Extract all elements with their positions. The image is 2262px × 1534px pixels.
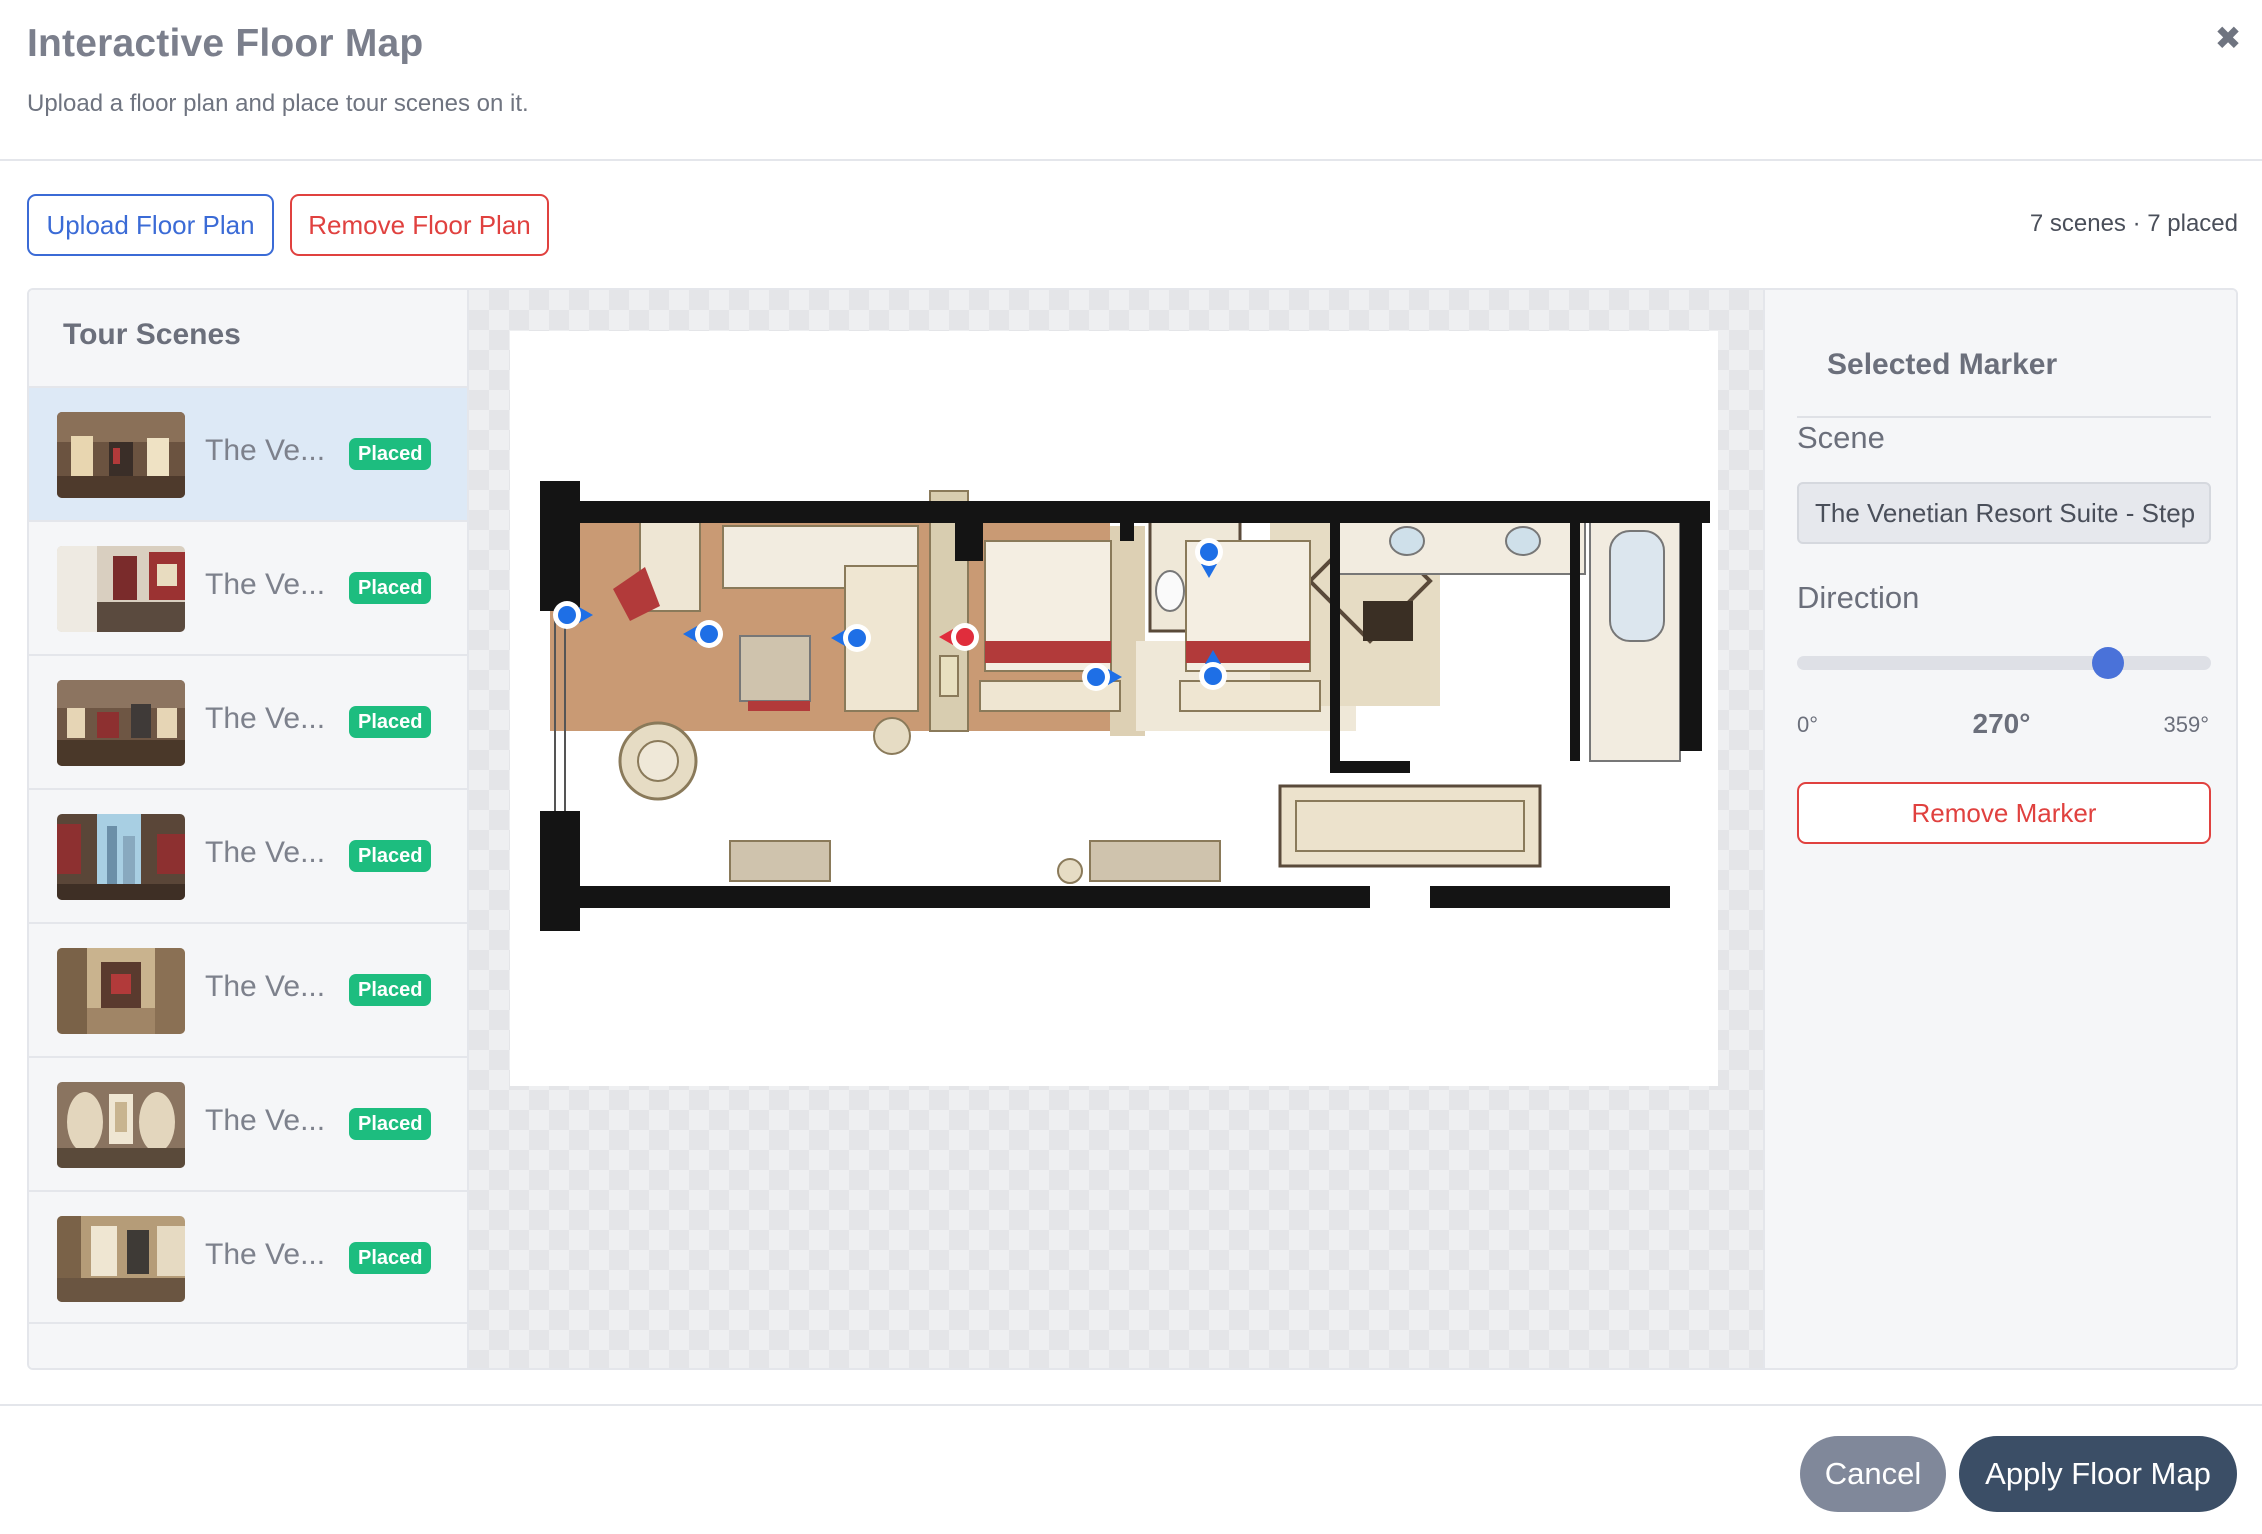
selected-marker-panel: Selected Marker Scene The Venetian Resor… xyxy=(1763,290,2236,1368)
scene-name: The Ve... xyxy=(205,702,326,735)
scene-item[interactable]: The Ve... Placed xyxy=(29,386,467,520)
scene-item[interactable]: The Ve... Placed xyxy=(29,654,467,788)
scene-name: The Ve... xyxy=(205,568,326,601)
scene-item[interactable]: The Ve... Placed xyxy=(29,520,467,654)
marker-dot xyxy=(1087,668,1105,686)
dialog-subtitle: Upload a floor plan and place tour scene… xyxy=(27,90,529,117)
scene-thumbnail xyxy=(57,1082,185,1168)
scene-count: 7 scenes · 7 placed xyxy=(2029,210,2238,237)
slider-thumb[interactable] xyxy=(2092,647,2125,679)
panel-title: Selected Marker xyxy=(1827,348,2058,381)
dialog-header: Interactive Floor Map Upload a floor pla… xyxy=(0,0,2262,161)
floor-plan-drawing xyxy=(540,481,1710,931)
marker-dot xyxy=(700,625,718,643)
marker-dot xyxy=(848,629,866,647)
marker-dot xyxy=(558,606,576,624)
panel-divider xyxy=(1797,416,2211,418)
sidebar-title: Tour Scenes xyxy=(63,318,241,351)
remove-floor-plan-button[interactable]: Remove Floor Plan xyxy=(290,194,549,256)
scene-item[interactable]: The Ve... Placed xyxy=(29,1056,467,1190)
scene-name: The Ve... xyxy=(205,1238,326,1271)
scene-select[interactable]: The Venetian Resort Suite - Step xyxy=(1797,482,2211,544)
scene-thumbnail xyxy=(57,1216,185,1302)
marker-dot xyxy=(956,628,974,646)
scene-name: The Ve... xyxy=(205,970,326,1003)
scene-thumbnail xyxy=(57,680,185,766)
placed-badge: Placed xyxy=(349,974,432,1006)
tour-scenes-sidebar: Tour Scenes The Ve... Placed The Ve... P… xyxy=(29,290,469,1368)
floor-plan-image[interactable] xyxy=(510,331,1718,1086)
placed-badge: Placed xyxy=(349,706,432,738)
placed-badge: Placed xyxy=(349,438,432,470)
direction-slider[interactable] xyxy=(1797,647,2211,679)
close-icon[interactable]: ✖ xyxy=(2212,22,2244,54)
scene-item[interactable]: The Ve... Placed xyxy=(29,1190,467,1324)
footer-divider xyxy=(0,1404,2262,1406)
scene-item[interactable]: The Ve... Placed xyxy=(29,922,467,1056)
scene-thumbnail xyxy=(57,814,185,900)
marker-dot xyxy=(1204,667,1222,685)
placed-badge: Placed xyxy=(349,1108,432,1140)
floor-map-editor: Tour Scenes The Ve... Placed The Ve... P… xyxy=(27,288,2238,1370)
scene-list: The Ve... Placed The Ve... Placed The Ve… xyxy=(29,386,467,1324)
scene-name: The Ve... xyxy=(205,1104,326,1137)
placed-badge: Placed xyxy=(349,840,432,872)
dialog-title: Interactive Floor Map xyxy=(27,22,424,65)
apply-floor-map-button[interactable]: Apply Floor Map xyxy=(1959,1436,2237,1512)
scene-thumbnail xyxy=(57,412,185,498)
scene-name: The Ve... xyxy=(205,434,326,467)
placed-badge: Placed xyxy=(349,1242,432,1274)
scene-thumbnail xyxy=(57,948,185,1034)
cancel-button[interactable]: Cancel xyxy=(1800,1436,1946,1512)
remove-marker-button[interactable]: Remove Marker xyxy=(1797,782,2211,844)
scene-item[interactable]: The Ve... Placed xyxy=(29,788,467,922)
placed-badge: Placed xyxy=(349,572,432,604)
floor-plan-canvas[interactable] xyxy=(469,290,1763,1368)
scene-name: The Ve... xyxy=(205,836,326,869)
direction-max: 359° xyxy=(2163,712,2209,737)
scene-label: Scene xyxy=(1797,420,1885,455)
scene-thumbnail xyxy=(57,546,185,632)
marker-dot xyxy=(1200,543,1218,561)
direction-label: Direction xyxy=(1797,580,1920,615)
upload-floor-plan-button[interactable]: Upload Floor Plan xyxy=(27,194,274,256)
